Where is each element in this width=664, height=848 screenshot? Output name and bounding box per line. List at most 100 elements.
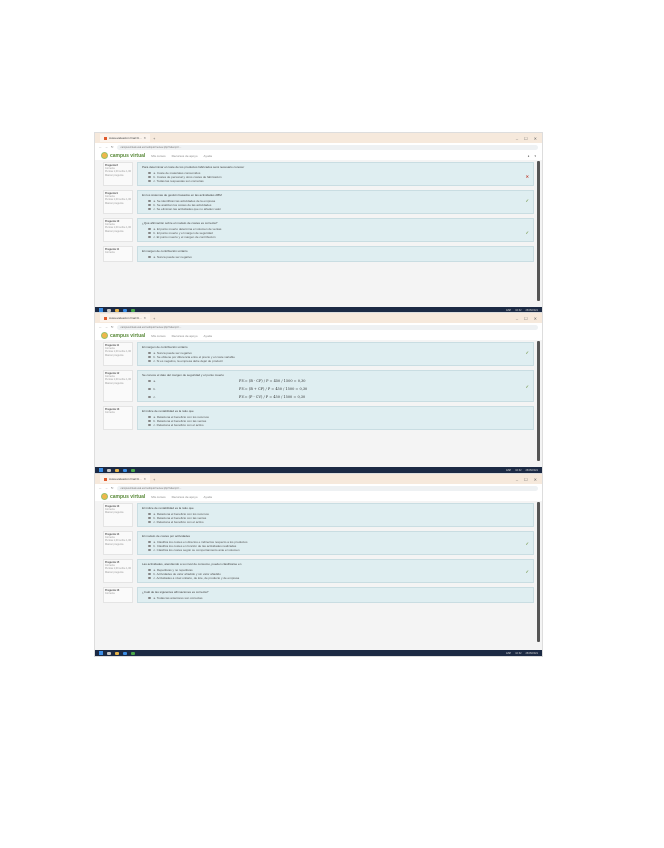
flag-question-link[interactable]: Marcar pregunta (105, 571, 131, 574)
clock-date[interactable]: 26/05/2021 (525, 309, 538, 312)
reload-icon[interactable]: ↻ (111, 145, 114, 149)
clock-time[interactable]: 10:32 (515, 469, 521, 472)
new-tab-icon[interactable]: + (153, 477, 155, 482)
answer-option[interactable]: c. P.V.= (P - CV) / P = 450 / 1500 = 0,30 (148, 395, 529, 399)
forward-icon[interactable]: → (105, 325, 108, 329)
edge-icon[interactable] (123, 468, 127, 472)
radio-icon[interactable] (148, 235, 151, 239)
radio-icon[interactable] (148, 359, 151, 363)
answer-option[interactable]: c. Se eliminan las actividades que no añ… (148, 207, 529, 211)
radio-icon[interactable] (148, 512, 151, 516)
minimize-icon[interactable]: – (516, 477, 518, 482)
radio-icon[interactable] (148, 351, 151, 355)
close-window-icon[interactable]: ✕ (534, 316, 537, 321)
close-window-icon[interactable]: ✕ (534, 136, 537, 141)
radio-icon[interactable] (148, 540, 151, 544)
edge-icon[interactable] (123, 308, 127, 312)
back-icon[interactable]: ← (99, 145, 102, 149)
windows-start-icon[interactable] (99, 651, 103, 655)
answer-option[interactable]: b. P.V.= (B + CF) / P = 450 / 1500 = 0,30 (148, 387, 529, 391)
nav-link[interactable]: Ayuda (204, 495, 212, 499)
maximize-icon[interactable]: ☐ (524, 477, 528, 482)
flag-question-link[interactable]: Marcar pregunta (105, 230, 131, 233)
radio-icon[interactable] (148, 179, 151, 183)
browser-tab[interactable]: Autoevaluación final bl... ✕ (100, 134, 151, 142)
radio-icon[interactable] (148, 548, 151, 552)
minimize-icon[interactable]: – (516, 136, 518, 141)
forward-icon[interactable]: → (105, 145, 108, 149)
forward-icon[interactable]: → (105, 486, 108, 490)
maximize-icon[interactable]: ☐ (524, 136, 528, 141)
chrome-icon[interactable] (131, 651, 135, 655)
radio-icon[interactable] (148, 227, 151, 231)
site-logo[interactable]: campus virtual (101, 332, 145, 339)
radio-icon[interactable] (148, 544, 151, 548)
answer-option[interactable]: c. El punto muerto y el margen de contri… (148, 235, 529, 239)
scrollbar[interactable] (537, 341, 540, 461)
clock-time[interactable]: 10:32 (515, 309, 521, 312)
windows-start-icon[interactable] (99, 468, 103, 472)
nav-link[interactable]: Mis cursos (151, 334, 165, 338)
nav-link[interactable]: Ayuda (204, 334, 212, 338)
nav-link[interactable]: Mis cursos (151, 154, 165, 158)
close-tab-icon[interactable]: ✕ (144, 134, 147, 142)
answer-option[interactable]: c. Todas las respuestas son correctas (148, 179, 529, 183)
flag-question-link[interactable]: Marcar pregunta (105, 202, 131, 205)
file-explorer-icon[interactable] (115, 308, 119, 312)
new-tab-icon[interactable]: + (153, 136, 155, 141)
radio-icon[interactable] (148, 395, 151, 399)
back-icon[interactable]: ← (99, 325, 102, 329)
chrome-icon[interactable] (131, 308, 135, 312)
flag-question-link[interactable]: Marcar pregunta (105, 543, 131, 546)
radio-icon[interactable] (148, 203, 151, 207)
radio-icon[interactable] (148, 415, 151, 419)
reload-icon[interactable]: ↻ (111, 486, 114, 490)
nav-link[interactable]: Recursos de apoyo (172, 334, 198, 338)
answer-option[interactable]: c. Clasifica los costes según su comport… (148, 548, 529, 552)
radio-icon[interactable] (148, 255, 151, 259)
answer-option[interactable]: c. Relaciona el beneficio con el activo (148, 520, 529, 524)
radio-icon[interactable] (148, 596, 151, 600)
nav-link[interactable]: Ayuda (204, 154, 212, 158)
close-window-icon[interactable]: ✕ (534, 477, 537, 482)
clock-date[interactable]: 26/05/2021 (525, 469, 538, 472)
back-icon[interactable]: ← (99, 486, 102, 490)
site-logo[interactable]: campus virtual (101, 493, 145, 500)
site-logo[interactable]: campus virtual (101, 152, 145, 159)
close-tab-icon[interactable]: ✕ (144, 475, 147, 483)
language-indicator[interactable]: ESP (506, 469, 511, 472)
url-field[interactable]: campusvirtual.usal.es/mod/quiz/review.ph… (116, 324, 538, 330)
search-icon[interactable] (107, 308, 111, 312)
browser-tab[interactable]: Autoevaluación final bl... ✕ (100, 475, 151, 483)
url-field[interactable]: campusvirtual.usal.es/mod/quiz/review.ph… (116, 144, 538, 150)
radio-icon[interactable] (148, 423, 151, 427)
answer-option[interactable]: a. P.V.= (B - CF) / P = 450 / 1500 = 0,30 (148, 379, 529, 383)
file-explorer-icon[interactable] (115, 468, 119, 472)
nav-link[interactable]: Mis cursos (151, 495, 165, 499)
flag-question-link[interactable]: Marcar pregunta (105, 382, 131, 385)
nav-link[interactable]: Recursos de apoyo (172, 154, 198, 158)
radio-icon[interactable] (148, 171, 151, 175)
scrollbar[interactable] (537, 502, 540, 642)
flag-question-link[interactable]: Marcar pregunta (105, 174, 131, 177)
browser-tab[interactable]: Autoevaluación final bl... ✕ (100, 314, 151, 322)
language-indicator[interactable]: ESP (506, 309, 511, 312)
language-indicator[interactable]: ESP (506, 652, 511, 655)
radio-icon[interactable] (148, 516, 151, 520)
search-icon[interactable] (107, 468, 111, 472)
nav-link[interactable]: Recursos de apoyo (172, 495, 198, 499)
answer-option[interactable]: c. Relaciona el beneficio con el activo (148, 423, 529, 427)
radio-icon[interactable] (148, 199, 151, 203)
clock-date[interactable]: 26/05/2021 (525, 652, 538, 655)
radio-icon[interactable] (148, 379, 151, 383)
radio-icon[interactable] (148, 207, 151, 211)
notification-icon[interactable]: ● (528, 154, 530, 158)
radio-icon[interactable] (148, 419, 151, 423)
windows-start-icon[interactable] (99, 308, 103, 312)
radio-icon[interactable] (148, 175, 151, 179)
scrollbar[interactable] (537, 161, 540, 301)
radio-icon[interactable] (148, 231, 151, 235)
file-explorer-icon[interactable] (115, 651, 119, 655)
radio-icon[interactable] (148, 520, 151, 524)
answer-option[interactable]: a. Nunca puede ser negativo (148, 255, 529, 259)
